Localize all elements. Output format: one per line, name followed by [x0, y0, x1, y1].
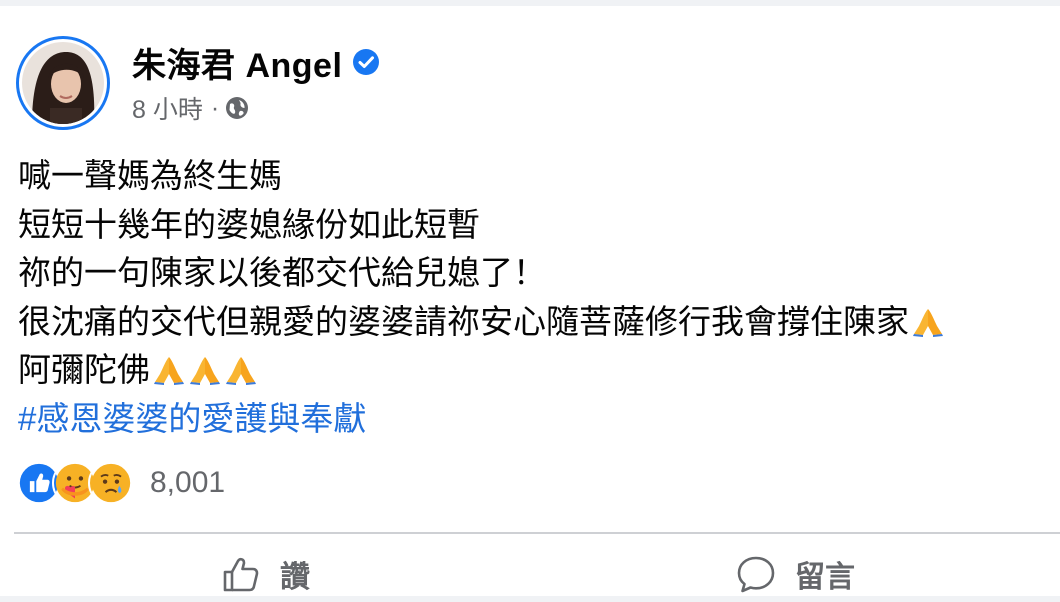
post-timestamp[interactable]: 8 小時 — [132, 90, 203, 126]
folded-hands-emoji — [913, 308, 943, 337]
message-line-4: 很沈痛的交代但親愛的婆婆請祢安心隨菩薩修行我會撐住陳家 — [18, 298, 945, 347]
message-line: 短短十幾年的婆媳緣份如此短暫 — [18, 205, 480, 243]
like-button[interactable]: 讚 — [0, 546, 530, 602]
like-label: 讚 — [280, 561, 310, 594]
hashtag-line: #感恩婆婆的愛護與奉獻 — [18, 395, 945, 444]
reaction-summary[interactable]: 8,001 — [16, 458, 225, 508]
comment-label: 留言 — [795, 561, 855, 594]
thumbs-up-icon — [223, 557, 259, 592]
message-line-5: 阿彌陀佛 — [18, 346, 945, 395]
message-line-text: 很沈痛的交代但親愛的婆婆請祢安心隨菩薩修行我會撐住陳家 — [18, 302, 909, 340]
hashtag-link[interactable]: #感恩婆婆的愛護與奉獻 — [18, 395, 366, 444]
comment-icon — [737, 556, 775, 593]
folded-hands-emoji — [154, 357, 184, 386]
avatar-photo — [22, 42, 104, 124]
folded-hands-emoji — [226, 357, 256, 386]
message-line-text: 阿彌陀佛 — [18, 351, 150, 388]
post-actions: 讚 留言 — [0, 546, 1060, 602]
post-meta: 朱海君 Angel 8 小時 · — [132, 40, 380, 126]
actions-divider — [14, 532, 1060, 534]
post-message: 喊一聲媽為終生媽 短短十幾年的婆媳緣份如此短暫 祢的一句陳家以後都交代給兒媳了！… — [18, 152, 945, 443]
meta-separator: · — [210, 93, 220, 122]
comment-button[interactable]: 留言 — [530, 546, 1060, 602]
author-avatar[interactable] — [16, 36, 110, 130]
author-row: 朱海君 Angel — [132, 38, 380, 87]
post-time-row: 8 小時 · — [132, 90, 380, 126]
folded-hands-emoji — [190, 357, 220, 386]
globe-icon[interactable] — [225, 96, 249, 120]
author-name[interactable]: 朱海君 Angel — [132, 38, 342, 87]
reaction-icons — [16, 460, 134, 506]
post-header: 朱海君 Angel 8 小時 · — [16, 34, 380, 132]
reaction-count[interactable]: 8,001 — [150, 466, 225, 500]
message-line: 祢的一句陳家以後都交代給兒媳了！ — [18, 254, 546, 291]
sad-reaction-icon — [88, 460, 134, 506]
post-card: 朱海君 Angel 8 小時 · 喊一聲媽為終生媽 短短十幾年的婆媳緣份如此短暫 — [0, 6, 1060, 596]
verified-badge-icon — [353, 49, 380, 75]
message-line: 喊一聲媽為終生媽 — [18, 157, 282, 194]
